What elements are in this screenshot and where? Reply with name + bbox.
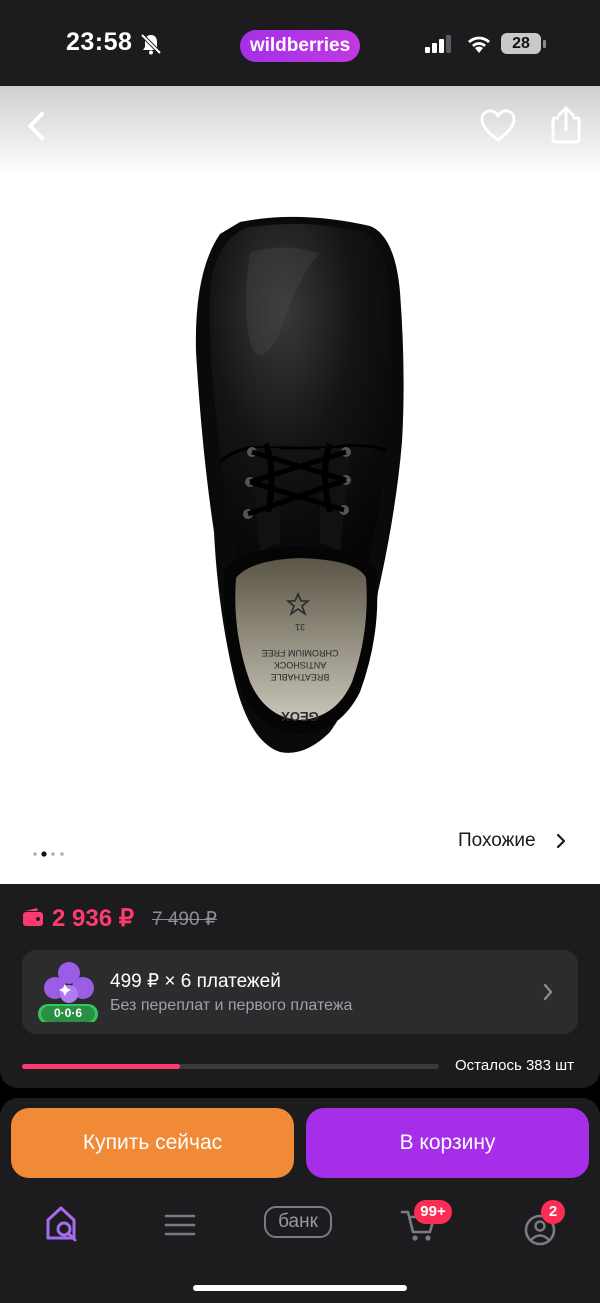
product-photo-shoe: GEOX BREATHABLE ANTISHOCK CHROMIUM FREE … xyxy=(195,216,404,753)
installment-title: 499 ₽ × 6 платежей xyxy=(110,971,281,992)
add-to-cart-button[interactable]: В корзину xyxy=(306,1108,589,1178)
price-panel: 2 936 ₽ 7 490 ₽ 0·0·6 499 ₽ × 6 платежей… xyxy=(0,884,600,1088)
gallery-page-dots xyxy=(33,851,64,857)
share-icon[interactable] xyxy=(546,104,586,146)
gallery-dot xyxy=(41,851,47,857)
stock-progress-fill xyxy=(22,1064,181,1069)
gallery-dot xyxy=(51,852,55,856)
profile-badge: 2 xyxy=(541,1200,565,1224)
installment-badge: 0·0·6 xyxy=(53,1006,82,1020)
stock-remaining: Осталось 383 шт xyxy=(455,1057,575,1074)
stock-progress-bar xyxy=(22,1064,439,1069)
menu-icon[interactable] xyxy=(164,1202,196,1246)
home-indicator xyxy=(193,1285,407,1291)
status-time: 23:58 xyxy=(66,28,133,56)
old-price: 7 490 ₽ xyxy=(152,909,217,930)
battery-tip xyxy=(543,40,546,48)
bank-tab[interactable]: банк xyxy=(264,1206,332,1238)
wifi-icon xyxy=(468,36,490,53)
insole-line-4: 31 xyxy=(295,622,305,632)
bottom-action-bar: Купить сейчас В корзину банк 99+ 2 xyxy=(0,1098,600,1303)
similar-link[interactable]: Похожие xyxy=(458,830,536,852)
gallery-dot xyxy=(33,852,37,856)
insole-line-1: BREATHABLE xyxy=(271,672,330,682)
insole-line-2: ANTISHOCK xyxy=(274,660,327,670)
cellular-signal-icon xyxy=(425,35,451,53)
chevron-right-icon[interactable] xyxy=(555,833,567,849)
insole-line-3: CHROMIUM FREE xyxy=(262,648,339,658)
wildberries-pill[interactable]: wildberries xyxy=(240,30,360,62)
installment-card[interactable]: 0·0·6 499 ₽ × 6 платежей Без переплат и … xyxy=(22,950,578,1034)
chevron-right-icon xyxy=(543,983,553,1001)
back-chevron-icon[interactable] xyxy=(18,106,58,146)
status-bar: 23:58 wildberries 28 xyxy=(0,0,600,86)
current-price: 2 936 ₽ xyxy=(52,905,134,932)
buy-now-button[interactable]: Купить сейчас xyxy=(11,1108,294,1178)
cart-badge: 99+ xyxy=(414,1200,452,1224)
home-search-icon[interactable] xyxy=(44,1202,80,1246)
wallet-icon xyxy=(23,908,43,926)
installment-subtitle: Без переплат и первого платежа xyxy=(110,997,353,1014)
gallery-dot xyxy=(60,852,64,856)
bell-muted-icon xyxy=(140,33,162,55)
battery-indicator: 28 xyxy=(501,33,541,54)
heart-icon[interactable] xyxy=(478,106,518,146)
insole-line-0: GEOX xyxy=(281,709,319,724)
product-gallery[interactable]: GEOX BREATHABLE ANTISHOCK CHROMIUM FREE … xyxy=(0,86,600,884)
